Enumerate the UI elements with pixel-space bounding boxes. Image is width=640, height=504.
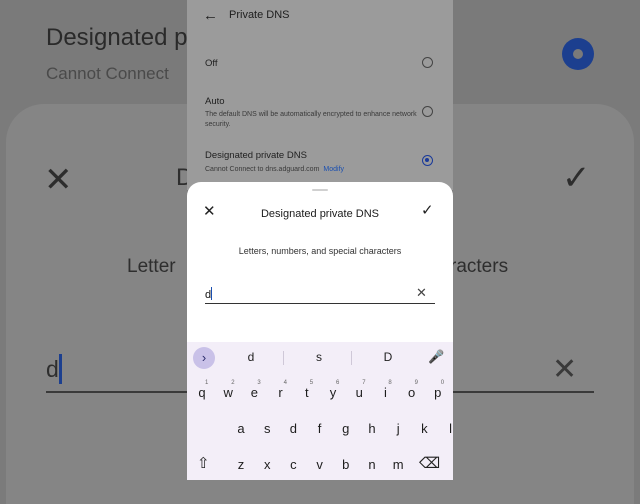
background-close-icon: ✕ — [44, 161, 73, 199]
key-k[interactable]: k — [412, 416, 436, 442]
option-designated-description: Cannot Connect to dns.adguard.com Modify — [205, 165, 420, 175]
key-o[interactable]: o — [400, 380, 424, 406]
key-d[interactable]: d — [281, 416, 305, 442]
dialog-hint: Letters, numbers, and special characters — [238, 246, 402, 256]
settings-page: ← Private DNS Off Auto The default DNS w… — [187, 0, 453, 190]
key-hint-3: 3 — [257, 380, 261, 386]
background-check-icon: ✓ — [562, 159, 591, 197]
key-g[interactable]: g — [334, 416, 358, 442]
key-p[interactable]: p — [426, 380, 450, 406]
key-z[interactable]: z — [229, 452, 253, 478]
suggestion-divider — [351, 351, 352, 365]
key-i[interactable]: i — [373, 380, 397, 406]
designated-dns-dialog: ✕ Designated private DNS ✓ Letters, numb… — [187, 182, 453, 342]
key-c[interactable]: c — [281, 452, 305, 478]
key-hint-9: 9 — [414, 380, 418, 386]
background-hint-right: racters — [450, 256, 509, 277]
key-r[interactable]: r — [269, 380, 293, 406]
suggestion-divider — [283, 351, 284, 365]
key-hint-5: 5 — [309, 380, 314, 386]
key-hint-7: 7 — [362, 380, 366, 386]
option-designated-label[interactable]: Designated private DNS — [205, 150, 307, 161]
key-l[interactable]: l — [439, 416, 453, 442]
key-u[interactable]: u — [347, 380, 371, 406]
shift-key-icon[interactable]: ⇧ — [197, 454, 210, 472]
confirm-icon[interactable]: ✓ — [421, 203, 434, 219]
key-hint-2: 2 — [231, 380, 235, 386]
on-screen-keyboard: › d s D 🎤 q1w2e3r4t5y6u7i8o9p0 asdfghjkl… — [187, 342, 453, 480]
key-h[interactable]: h — [360, 416, 384, 442]
drag-handle[interactable] — [312, 189, 328, 191]
option-designated-radio[interactable] — [422, 155, 433, 166]
key-hint-8: 8 — [388, 380, 392, 386]
background-radio-icon — [562, 38, 594, 70]
key-w[interactable]: w — [216, 380, 240, 406]
dialog-title: Designated private DNS — [260, 208, 379, 220]
page-title: Private DNS — [229, 9, 290, 21]
clear-input-icon[interactable]: ✕ — [416, 286, 427, 300]
text-caret — [211, 287, 212, 300]
key-s[interactable]: s — [255, 416, 279, 442]
key-m[interactable]: m — [386, 452, 410, 478]
key-hint-6: 6 — [336, 380, 340, 386]
suggestion-2[interactable]: s — [299, 350, 339, 364]
key-hint-1: 1 — [205, 380, 209, 386]
backspace-key-icon[interactable]: ⌫ — [419, 454, 440, 472]
modify-link[interactable]: Modify — [323, 166, 344, 173]
key-y[interactable]: y — [321, 380, 345, 406]
key-t[interactable]: t — [295, 380, 319, 406]
key-hint-4: 4 — [283, 380, 287, 386]
option-auto-radio[interactable] — [422, 106, 433, 117]
key-q[interactable]: q — [190, 380, 214, 406]
key-x[interactable]: x — [255, 452, 279, 478]
microphone-icon[interactable]: 🎤 — [428, 349, 444, 365]
option-auto-label[interactable]: Auto — [205, 96, 225, 107]
key-b[interactable]: b — [334, 452, 358, 478]
back-arrow-icon[interactable]: ← — [203, 7, 218, 24]
key-a[interactable]: a — [229, 416, 253, 442]
background-subtitle: Cannot Connect — [46, 64, 169, 83]
option-designated-status: Cannot Connect to dns.adguard.com — [205, 166, 320, 173]
hostname-input[interactable] — [205, 286, 435, 304]
suggestion-3[interactable]: D — [368, 350, 408, 364]
background-clear-icon: ✕ — [552, 353, 578, 386]
option-auto-description: The default DNS will be automatically en… — [205, 111, 417, 128]
key-e[interactable]: e — [242, 380, 266, 406]
keyboard-toolbar-toggle-icon[interactable]: › — [193, 347, 215, 369]
background-hint-left: Letter — [127, 256, 176, 277]
key-hint-0: 0 — [440, 380, 445, 386]
background-input-text: d — [46, 356, 59, 382]
key-j[interactable]: j — [386, 416, 410, 442]
key-v[interactable]: v — [308, 452, 332, 478]
key-n[interactable]: n — [360, 452, 384, 478]
key-f[interactable]: f — [308, 416, 332, 442]
option-off-label[interactable]: Off — [205, 58, 218, 69]
option-off-radio[interactable] — [422, 57, 433, 68]
suggestion-1[interactable]: d — [231, 350, 271, 364]
background-cursor — [59, 354, 62, 384]
background-title: Designated p — [46, 24, 188, 51]
phone-screen: ← Private DNS Off Auto The default DNS w… — [187, 0, 453, 480]
